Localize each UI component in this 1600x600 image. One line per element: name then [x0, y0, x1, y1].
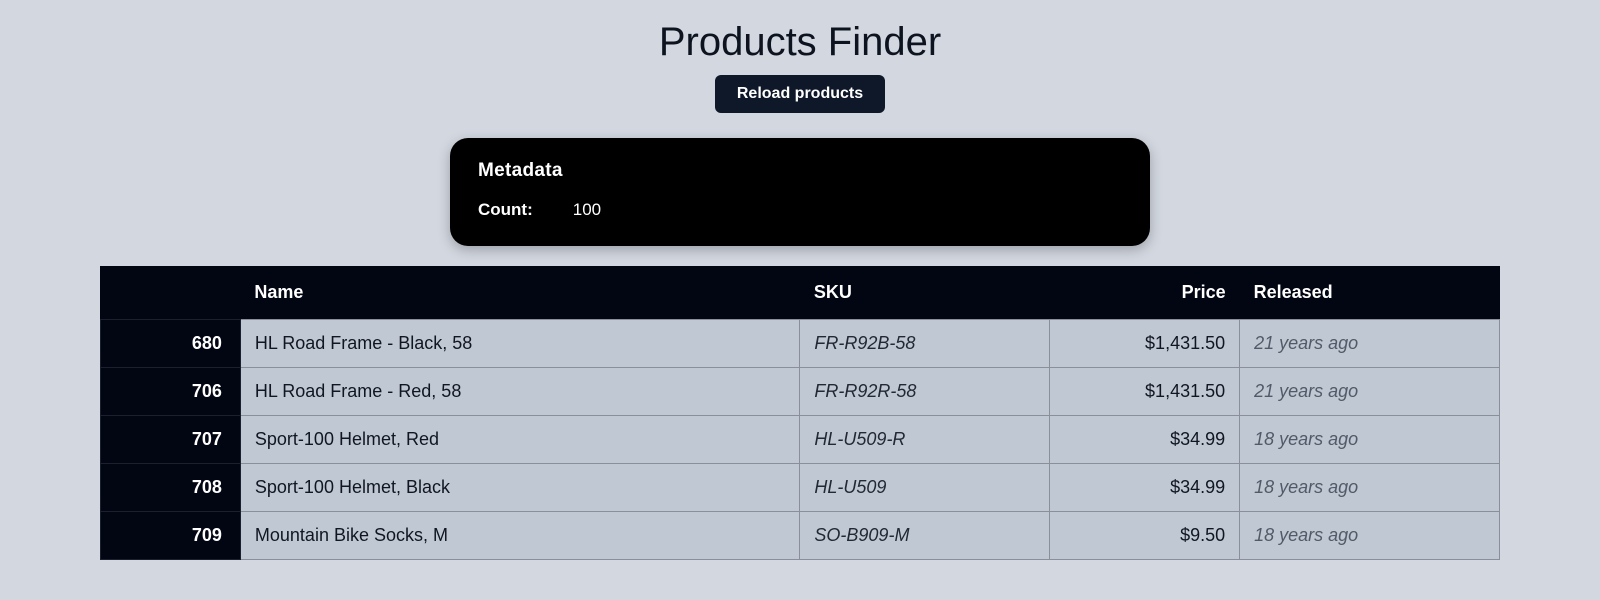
col-header-name: Name	[240, 266, 800, 320]
table-row: 706 HL Road Frame - Red, 58 FR-R92R-58 $…	[101, 368, 1500, 416]
cell-name: Sport-100 Helmet, Black	[240, 464, 800, 512]
products-table: Name SKU Price Released 680 HL Road Fram…	[100, 266, 1500, 560]
table-row: 680 HL Road Frame - Black, 58 FR-R92B-58…	[101, 320, 1500, 368]
table-row: 708 Sport-100 Helmet, Black HL-U509 $34.…	[101, 464, 1500, 512]
cell-name: HL Road Frame - Black, 58	[240, 320, 800, 368]
col-header-id	[101, 266, 241, 320]
metadata-count-label: Count:	[478, 200, 533, 220]
col-header-price: Price	[1050, 266, 1240, 320]
cell-name: HL Road Frame - Red, 58	[240, 368, 800, 416]
col-header-released: Released	[1240, 266, 1500, 320]
products-table-wrapper: Name SKU Price Released 680 HL Road Fram…	[100, 266, 1500, 560]
table-row: 709 Mountain Bike Socks, M SO-B909-M $9.…	[101, 512, 1500, 560]
metadata-count-value: 100	[573, 200, 601, 220]
cell-released: 18 years ago	[1240, 512, 1500, 560]
cell-sku: FR-R92B-58	[800, 320, 1050, 368]
cell-id: 706	[101, 368, 241, 416]
cell-id: 708	[101, 464, 241, 512]
cell-price: $34.99	[1050, 464, 1240, 512]
cell-id: 680	[101, 320, 241, 368]
cell-id: 707	[101, 416, 241, 464]
cell-sku: HL-U509	[800, 464, 1050, 512]
cell-id: 709	[101, 512, 241, 560]
cell-name: Sport-100 Helmet, Red	[240, 416, 800, 464]
cell-price: $1,431.50	[1050, 320, 1240, 368]
col-header-sku: SKU	[800, 266, 1050, 320]
cell-price: $1,431.50	[1050, 368, 1240, 416]
table-header-row: Name SKU Price Released	[101, 266, 1500, 320]
page-title: Products Finder	[659, 20, 941, 65]
cell-name: Mountain Bike Socks, M	[240, 512, 800, 560]
cell-price: $34.99	[1050, 416, 1240, 464]
cell-released: 21 years ago	[1240, 368, 1500, 416]
cell-released: 18 years ago	[1240, 464, 1500, 512]
cell-sku: FR-R92R-58	[800, 368, 1050, 416]
metadata-heading: Metadata	[478, 160, 1122, 182]
reload-products-button[interactable]: Reload products	[715, 75, 885, 113]
cell-sku: HL-U509-R	[800, 416, 1050, 464]
cell-released: 18 years ago	[1240, 416, 1500, 464]
metadata-card: Metadata Count: 100	[450, 138, 1150, 246]
table-row: 707 Sport-100 Helmet, Red HL-U509-R $34.…	[101, 416, 1500, 464]
cell-released: 21 years ago	[1240, 320, 1500, 368]
cell-sku: SO-B909-M	[800, 512, 1050, 560]
cell-price: $9.50	[1050, 512, 1240, 560]
